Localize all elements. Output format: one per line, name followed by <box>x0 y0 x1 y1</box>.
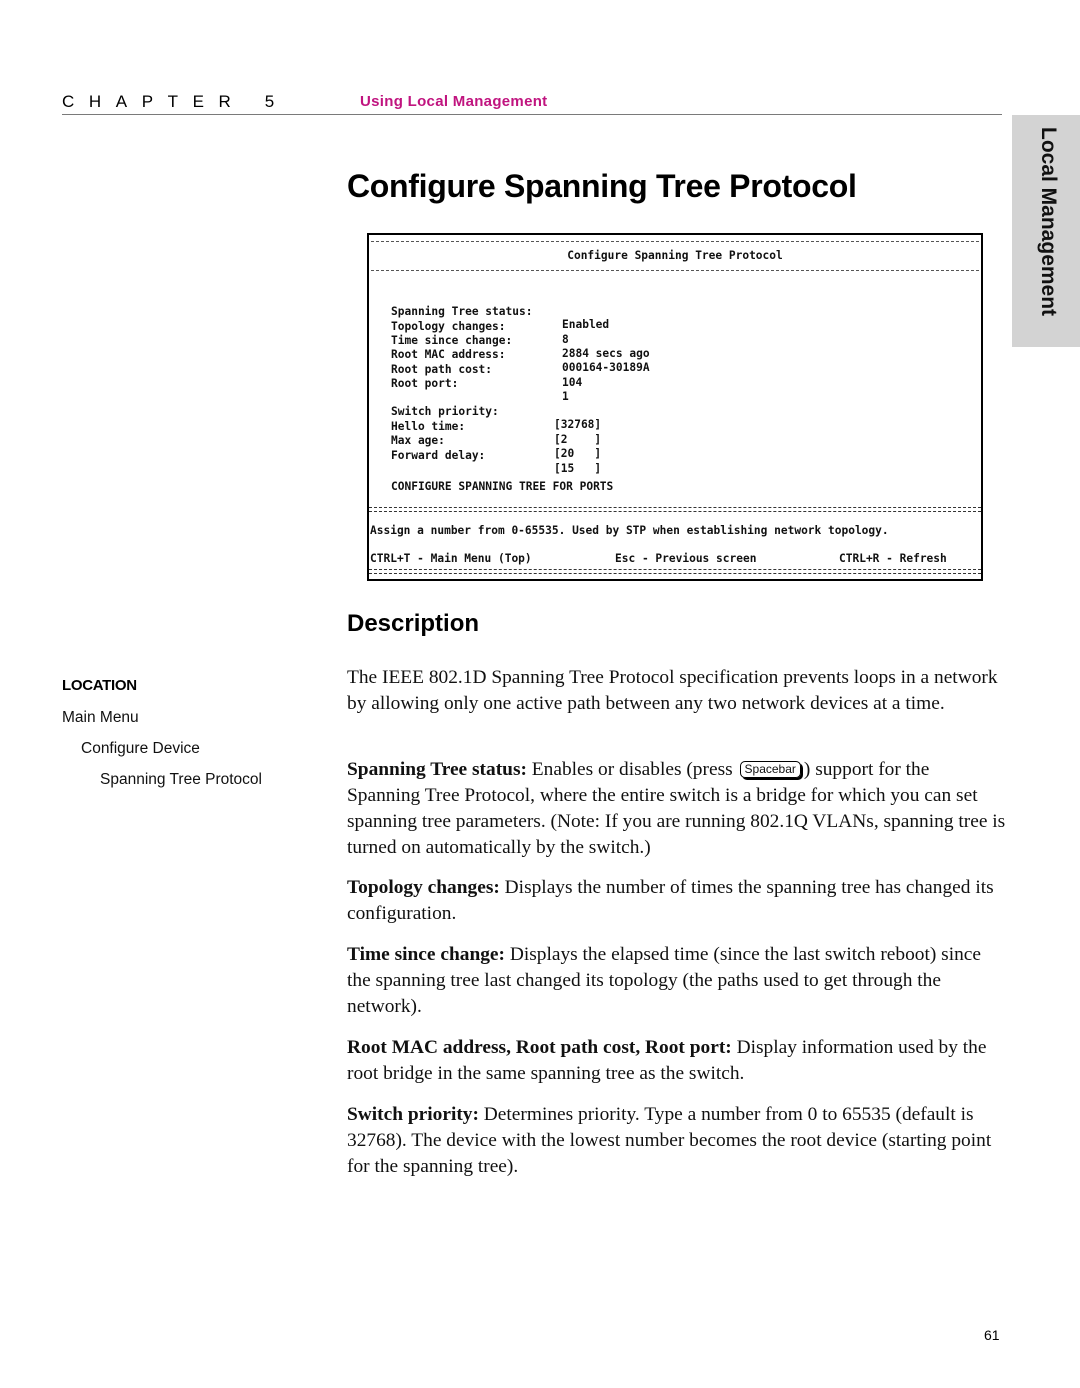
location-path-item: Main Menu <box>62 709 139 726</box>
page-number: 61 <box>984 1327 1000 1343</box>
description-heading: Description <box>347 610 480 637</box>
shortcut-main-menu[interactable]: CTRL+T - Main Menu (Top) <box>370 552 532 565</box>
spacebar-key-icon: Spacebar <box>739 761 801 778</box>
term: Root MAC address, Root path cost, Root p… <box>347 1037 732 1058</box>
chapter-label: CHAPTER 5 <box>62 92 289 111</box>
root-path-cost-value: 104 <box>562 376 583 389</box>
divider <box>369 507 981 512</box>
chapter-title: Using Local Management <box>360 93 548 110</box>
description-item: Root MAC address, Root path cost, Root p… <box>347 1035 1007 1087</box>
definition: Enables or disables (press <box>526 759 738 780</box>
term: Switch priority: <box>347 1104 479 1125</box>
max-age-input[interactable]: [20 ] <box>554 447 601 460</box>
term: Time since change: <box>347 944 505 965</box>
description-intro: The IEEE 802.1D Spanning Tree Protocol s… <box>347 665 1007 717</box>
term: Topology changes: <box>347 877 500 898</box>
section-side-tab: Local Management <box>1012 115 1080 347</box>
location-path-item: Configure Device <box>81 740 200 757</box>
terminal-screen: Configure Spanning Tree Protocol Spannin… <box>367 233 983 581</box>
hello-time-input[interactable]: [2 ] <box>554 433 601 446</box>
description-item: Topology changes: Displays the number of… <box>347 875 1007 927</box>
help-text: Assign a number from 0-65535. Used by ST… <box>370 524 889 537</box>
location-path-item: Spanning Tree Protocol <box>100 771 262 788</box>
forward-delay-input[interactable]: [15 ] <box>554 462 601 475</box>
field-label: Forward delay: <box>391 449 486 462</box>
chapter-header: CHAPTER 5 Using Local Management <box>62 92 1002 115</box>
location-title: LOCATION <box>62 677 137 694</box>
intro-paragraph: The IEEE 802.1D Spanning Tree Protocol s… <box>347 667 998 714</box>
configure-ports-link[interactable]: CONFIGURE SPANNING TREE FOR PORTS <box>391 480 613 493</box>
term: Spanning Tree status: <box>347 759 527 780</box>
field-label: Spanning Tree status: <box>391 305 533 318</box>
side-tab-label: Local Management <box>1037 127 1060 317</box>
shortcut-refresh[interactable]: CTRL+R - Refresh <box>839 552 947 565</box>
time-since-change-value: 2884 secs ago <box>562 347 650 360</box>
description-item: Spanning Tree status: Enables or disable… <box>347 757 1007 861</box>
divider <box>371 241 979 242</box>
field-label: Root port: <box>391 377 459 390</box>
switch-priority-input[interactable]: [32768] <box>554 418 601 431</box>
topology-changes-value: 8 <box>562 333 569 346</box>
divider <box>371 270 979 271</box>
terminal-title: Configure Spanning Tree Protocol <box>567 249 783 262</box>
description-item: Switch priority: Determines priority. Ty… <box>347 1102 1007 1180</box>
divider <box>369 569 981 574</box>
root-mac-value: 000164-30189A <box>562 361 650 374</box>
page-title: Configure Spanning Tree Protocol <box>347 168 857 204</box>
description-item: Time since change: Displays the elapsed … <box>347 942 1007 1020</box>
spanning-tree-status-value[interactable]: Enabled <box>562 318 609 331</box>
root-port-value: 1 <box>562 390 569 403</box>
location-box: LOCATION Main Menu Configure Device Span… <box>62 677 262 788</box>
shortcut-previous-screen[interactable]: Esc - Previous screen <box>615 552 756 565</box>
